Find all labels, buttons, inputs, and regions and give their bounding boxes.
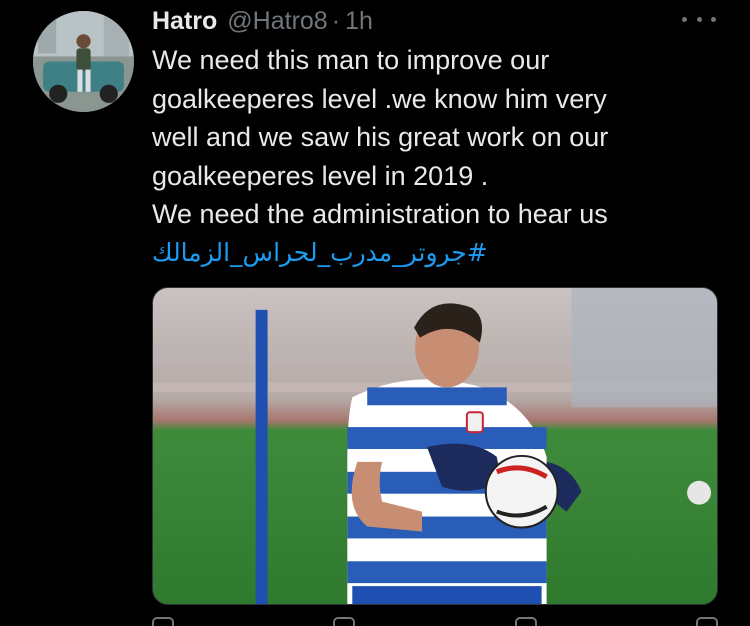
tweet-photo[interactable] bbox=[152, 287, 718, 605]
user-handle[interactable]: @Hatro8 bbox=[227, 6, 327, 36]
more-options-icon[interactable] bbox=[682, 9, 716, 29]
tweet-text-line: well and we saw his great work on our bbox=[152, 122, 609, 152]
tweet-text-line: goalkeeperes level .we know him very bbox=[152, 83, 607, 114]
reply-icon[interactable] bbox=[152, 617, 174, 626]
tweet-text-line: We need the administration to hear us bbox=[152, 199, 608, 229]
goalkeeper-coach-photo bbox=[153, 288, 717, 604]
display-name[interactable]: Hatro bbox=[152, 6, 217, 36]
tweet-text-line: We need this man to improve our bbox=[152, 45, 550, 75]
separator-dot: · bbox=[331, 7, 341, 35]
tweet: Hatro @Hatro8 · 1h We need this man to i… bbox=[0, 0, 750, 626]
timestamp[interactable]: 1h bbox=[345, 6, 373, 36]
like-icon[interactable] bbox=[514, 617, 537, 626]
more-dot bbox=[696, 16, 702, 22]
hashtag-link[interactable]: #جروتر_مدرب_لحراس_الزمالك bbox=[152, 234, 547, 272]
share-icon[interactable] bbox=[695, 617, 718, 626]
more-dot bbox=[682, 16, 687, 22]
more-dot bbox=[711, 16, 716, 22]
avatar-image bbox=[33, 11, 134, 112]
tweet-text: We need this man to improve our goalkeep… bbox=[152, 41, 732, 272]
retweet-icon[interactable] bbox=[333, 617, 356, 626]
tweet-actions bbox=[152, 617, 718, 626]
tweet-header: Hatro @Hatro8 · 1h bbox=[152, 6, 373, 36]
tweet-text-line: goalkeeperes level in 2019 . bbox=[152, 160, 489, 191]
avatar[interactable] bbox=[33, 11, 134, 112]
